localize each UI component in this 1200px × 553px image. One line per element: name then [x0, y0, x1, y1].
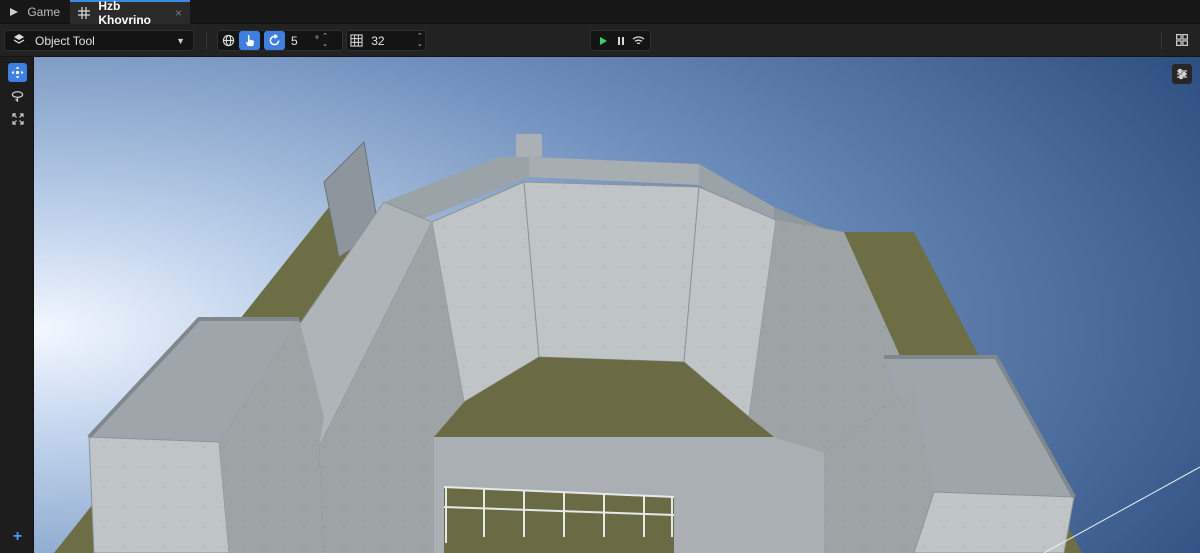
chimney [516, 134, 542, 157]
play-icon[interactable] [594, 31, 612, 50]
tab-hzb-khovrino-label: Hzb Khovrino [98, 0, 151, 27]
playback-group [590, 30, 651, 51]
layout-icon[interactable] [1172, 30, 1192, 50]
tab-game[interactable]: Game [0, 0, 68, 24]
toolbar-divider [206, 32, 207, 49]
grid-group: 32 ⌃ ⌄ [346, 30, 426, 51]
sliders-icon[interactable] [1172, 64, 1192, 84]
snap-group: 5 ° ⌃ ⌄ [217, 30, 343, 51]
rotation-snap-value[interactable]: 5 [285, 34, 315, 48]
tool-rail: + [0, 57, 34, 553]
expand-icon[interactable] [8, 109, 27, 128]
rotation-stepper[interactable]: ⌃ ⌄ [319, 31, 331, 50]
grid-size-value[interactable]: 32 [365, 34, 414, 48]
grid-size-stepper[interactable]: ⌃ ⌄ [415, 31, 425, 50]
grid-icon[interactable] [347, 31, 365, 50]
close-icon[interactable]: × [175, 6, 182, 20]
pause-icon[interactable] [612, 31, 630, 50]
rotate-snap-icon[interactable] [264, 31, 285, 50]
toolbar: Object Tool ▼ 5 ° ⌃ ⌄ 32 ⌃ ⌄ [0, 24, 1200, 57]
tool-select-dropdown[interactable]: Object Tool ▼ [4, 30, 194, 51]
scene-render [34, 57, 1200, 553]
add-icon[interactable]: + [8, 527, 27, 546]
courtyard-wall-back [523, 181, 700, 363]
right-front-face [913, 491, 1075, 553]
center-opening [444, 487, 674, 553]
left-front-face [88, 436, 230, 553]
tool-select-label: Object Tool [35, 33, 95, 48]
move-icon[interactable] [8, 63, 27, 82]
toolbar-divider-right [1161, 32, 1162, 49]
wifi-icon[interactable] [629, 31, 647, 50]
tab-game-label: Game [27, 5, 60, 19]
pointer-icon[interactable] [239, 31, 260, 50]
chevron-down-icon: ▼ [176, 35, 185, 46]
globe-icon[interactable] [218, 31, 239, 50]
tab-hzb-khovrino[interactable]: Hzb Khovrino × [70, 0, 190, 27]
play-tab-icon [8, 5, 19, 19]
grid-tab-icon [78, 6, 91, 20]
scene-viewport[interactable] [34, 57, 1200, 553]
tab-bar: Game Hzb Khovrino × [0, 0, 1200, 27]
layers-icon [13, 33, 25, 48]
orbit-icon[interactable] [8, 86, 27, 105]
